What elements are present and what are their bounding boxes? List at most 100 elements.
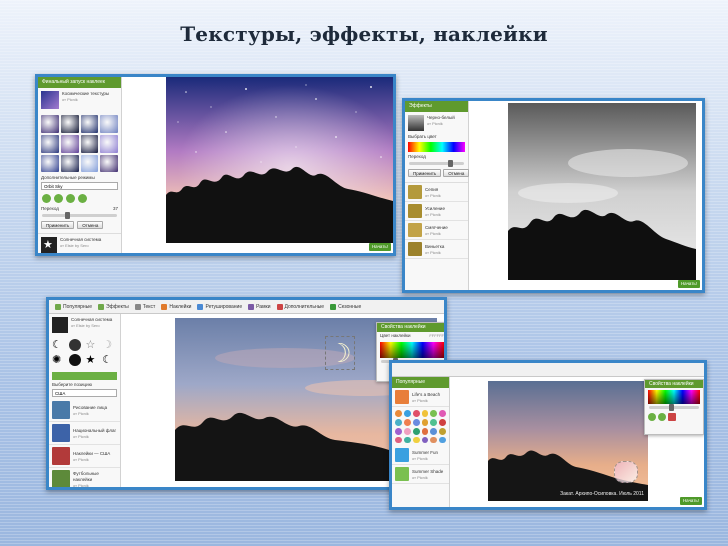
redo-icon[interactable]	[658, 413, 666, 421]
list-item[interactable]: Life's a Beach от Picnik	[392, 388, 449, 407]
sticker-thumbnail[interactable]	[439, 427, 447, 435]
palette-slider[interactable]	[649, 404, 699, 411]
effect-thumbnail[interactable]	[408, 115, 424, 131]
list-item[interactable]: Смягчение от Picnik	[405, 221, 468, 240]
texture-thumbnail[interactable]	[100, 154, 118, 173]
sticker-thumbnail[interactable]	[395, 427, 402, 435]
confirm-button[interactable]: Начать!	[679, 497, 702, 505]
sticker-thumbnail[interactable]	[412, 427, 420, 435]
country-dropdown[interactable]: США	[52, 389, 117, 397]
tab-item[interactable]: Сезонные	[330, 304, 361, 310]
mode-dropdown[interactable]: Orbit Sky	[41, 182, 118, 191]
fade-slider[interactable]	[42, 212, 117, 220]
sticker-thumbnail[interactable]	[403, 427, 411, 435]
photo-canvas[interactable]	[166, 77, 393, 243]
moon-sticker[interactable]: ☽	[325, 336, 355, 370]
sticker-thumbnail[interactable]	[412, 436, 420, 444]
tab-item[interactable]: Дополнительные	[276, 304, 324, 310]
texture-thumbnail[interactable]	[60, 134, 79, 153]
texture-thumbnail[interactable]	[80, 115, 99, 133]
texture-thumbnail[interactable]	[60, 115, 79, 133]
item-thumbnail[interactable]: ★	[41, 237, 57, 253]
star-outline-icon[interactable]: ☆	[86, 339, 101, 352]
sticker-thumbnail[interactable]	[439, 410, 447, 417]
sticker-thumbnail[interactable]	[403, 436, 411, 444]
panel-header: Эффекты	[405, 101, 468, 112]
photo-canvas[interactable]	[508, 103, 696, 280]
applied-sticker[interactable]	[614, 461, 638, 483]
black-planet-icon[interactable]	[68, 354, 81, 366]
tab-label: Рамки	[256, 304, 271, 310]
category-bar[interactable]	[52, 372, 117, 380]
photo-canvas[interactable]: Закат. Архипо-Осиповка. Июль 2011	[488, 381, 648, 501]
slider-value: 37	[112, 206, 118, 212]
cancel-button[interactable]: Отмена	[77, 221, 104, 230]
tab-item[interactable]: Наклейки	[161, 304, 191, 310]
confirm-button[interactable]: Начать!	[368, 243, 391, 251]
sticker-thumbnail[interactable]	[395, 410, 402, 417]
list-item[interactable]: Футбольные наклейки от Picnik	[49, 468, 120, 487]
list-item[interactable]: Summer Fun от Picnik	[392, 446, 449, 466]
rotate-icon[interactable]	[66, 194, 75, 204]
sticker-thumbnail[interactable]	[421, 410, 429, 417]
apply-button[interactable]: Применить	[408, 169, 442, 177]
sticker-thumbnail[interactable]	[439, 418, 447, 426]
sticker-thumbnail[interactable]	[403, 418, 411, 426]
sticker-properties-palette[interactable]: Свойства наклейки	[644, 379, 704, 435]
sticker-thumbnail[interactable]	[421, 427, 429, 435]
moon-icon[interactable]: ☾	[52, 339, 67, 352]
texture-thumbnail[interactable]	[80, 154, 99, 173]
item-thumbnail[interactable]	[52, 317, 68, 333]
tab-item[interactable]: Ретуширование	[197, 304, 242, 310]
sticker-thumbnail[interactable]	[430, 436, 438, 444]
planet-icon[interactable]	[68, 339, 81, 351]
texture-thumbnail[interactable]	[100, 115, 118, 133]
apply-button[interactable]: Применить	[41, 221, 75, 230]
sticker-thumbnail[interactable]	[430, 410, 438, 417]
sticker-thumbnail[interactable]	[421, 436, 429, 444]
list-item[interactable]: Наклейки — США от Picnik	[49, 445, 120, 468]
crescent-icon[interactable]: ☽	[102, 339, 117, 352]
list-item[interactable]: Рисование лица от Picnik	[49, 399, 120, 422]
sticker-thumbnail[interactable]	[412, 410, 420, 417]
tab-item[interactable]: Текст	[134, 304, 155, 310]
tone-picker[interactable]	[408, 142, 465, 152]
sun-icon[interactable]: ✺	[52, 354, 67, 367]
sticker-thumbnail[interactable]	[421, 418, 429, 426]
list-item[interactable]: Сепия от Picnik	[405, 183, 468, 202]
sticker-thumbnail[interactable]	[439, 436, 447, 444]
tab-item[interactable]: Популярные	[55, 304, 92, 310]
undo-icon[interactable]	[42, 194, 51, 204]
list-item[interactable]: Summer Shade от Picnik	[392, 465, 449, 485]
sticker-thumbnail[interactable]	[430, 427, 438, 435]
undo-icon[interactable]	[648, 413, 656, 421]
fade-slider[interactable]	[409, 160, 464, 167]
sticker-thumbnail[interactable]	[395, 418, 402, 426]
list-item[interactable]: Национальный флаг от Picnik	[49, 422, 120, 445]
slide-title: Текстуры, эффекты, наклейки	[180, 22, 548, 46]
trash-icon[interactable]	[668, 413, 676, 421]
list-item[interactable]: Усиление от Picnik	[405, 202, 468, 221]
cancel-button[interactable]: Отмена	[443, 169, 470, 177]
texture-thumbnail[interactable]	[41, 154, 59, 173]
flip-icon[interactable]	[78, 194, 87, 204]
texture-thumbnail[interactable]	[80, 134, 99, 153]
texture-thumbnail[interactable]	[60, 154, 79, 173]
sticker-thumbnail[interactable]	[395, 436, 402, 444]
sticker-thumbnail[interactable]	[403, 410, 411, 417]
moon-solid-icon[interactable]: ☾	[102, 354, 117, 367]
sticker-thumbnail[interactable]	[412, 418, 420, 426]
category-thumbnail[interactable]	[41, 91, 59, 109]
color-spectrum[interactable]	[648, 390, 700, 404]
confirm-button[interactable]: Начать!	[677, 280, 700, 288]
texture-thumbnail[interactable]	[100, 134, 118, 153]
texture-thumbnail[interactable]	[41, 134, 59, 153]
redo-icon[interactable]	[54, 194, 63, 204]
texture-thumbnail[interactable]	[41, 115, 59, 133]
list-item[interactable]: Виньетка от Picnik	[405, 240, 468, 259]
star-icon[interactable]: ★	[86, 354, 101, 367]
tab-item[interactable]: Рамки	[248, 304, 271, 310]
color-spectrum[interactable]	[380, 342, 444, 358]
sticker-thumbnail[interactable]	[430, 418, 438, 426]
tab-item[interactable]: Эффекты	[98, 304, 129, 310]
